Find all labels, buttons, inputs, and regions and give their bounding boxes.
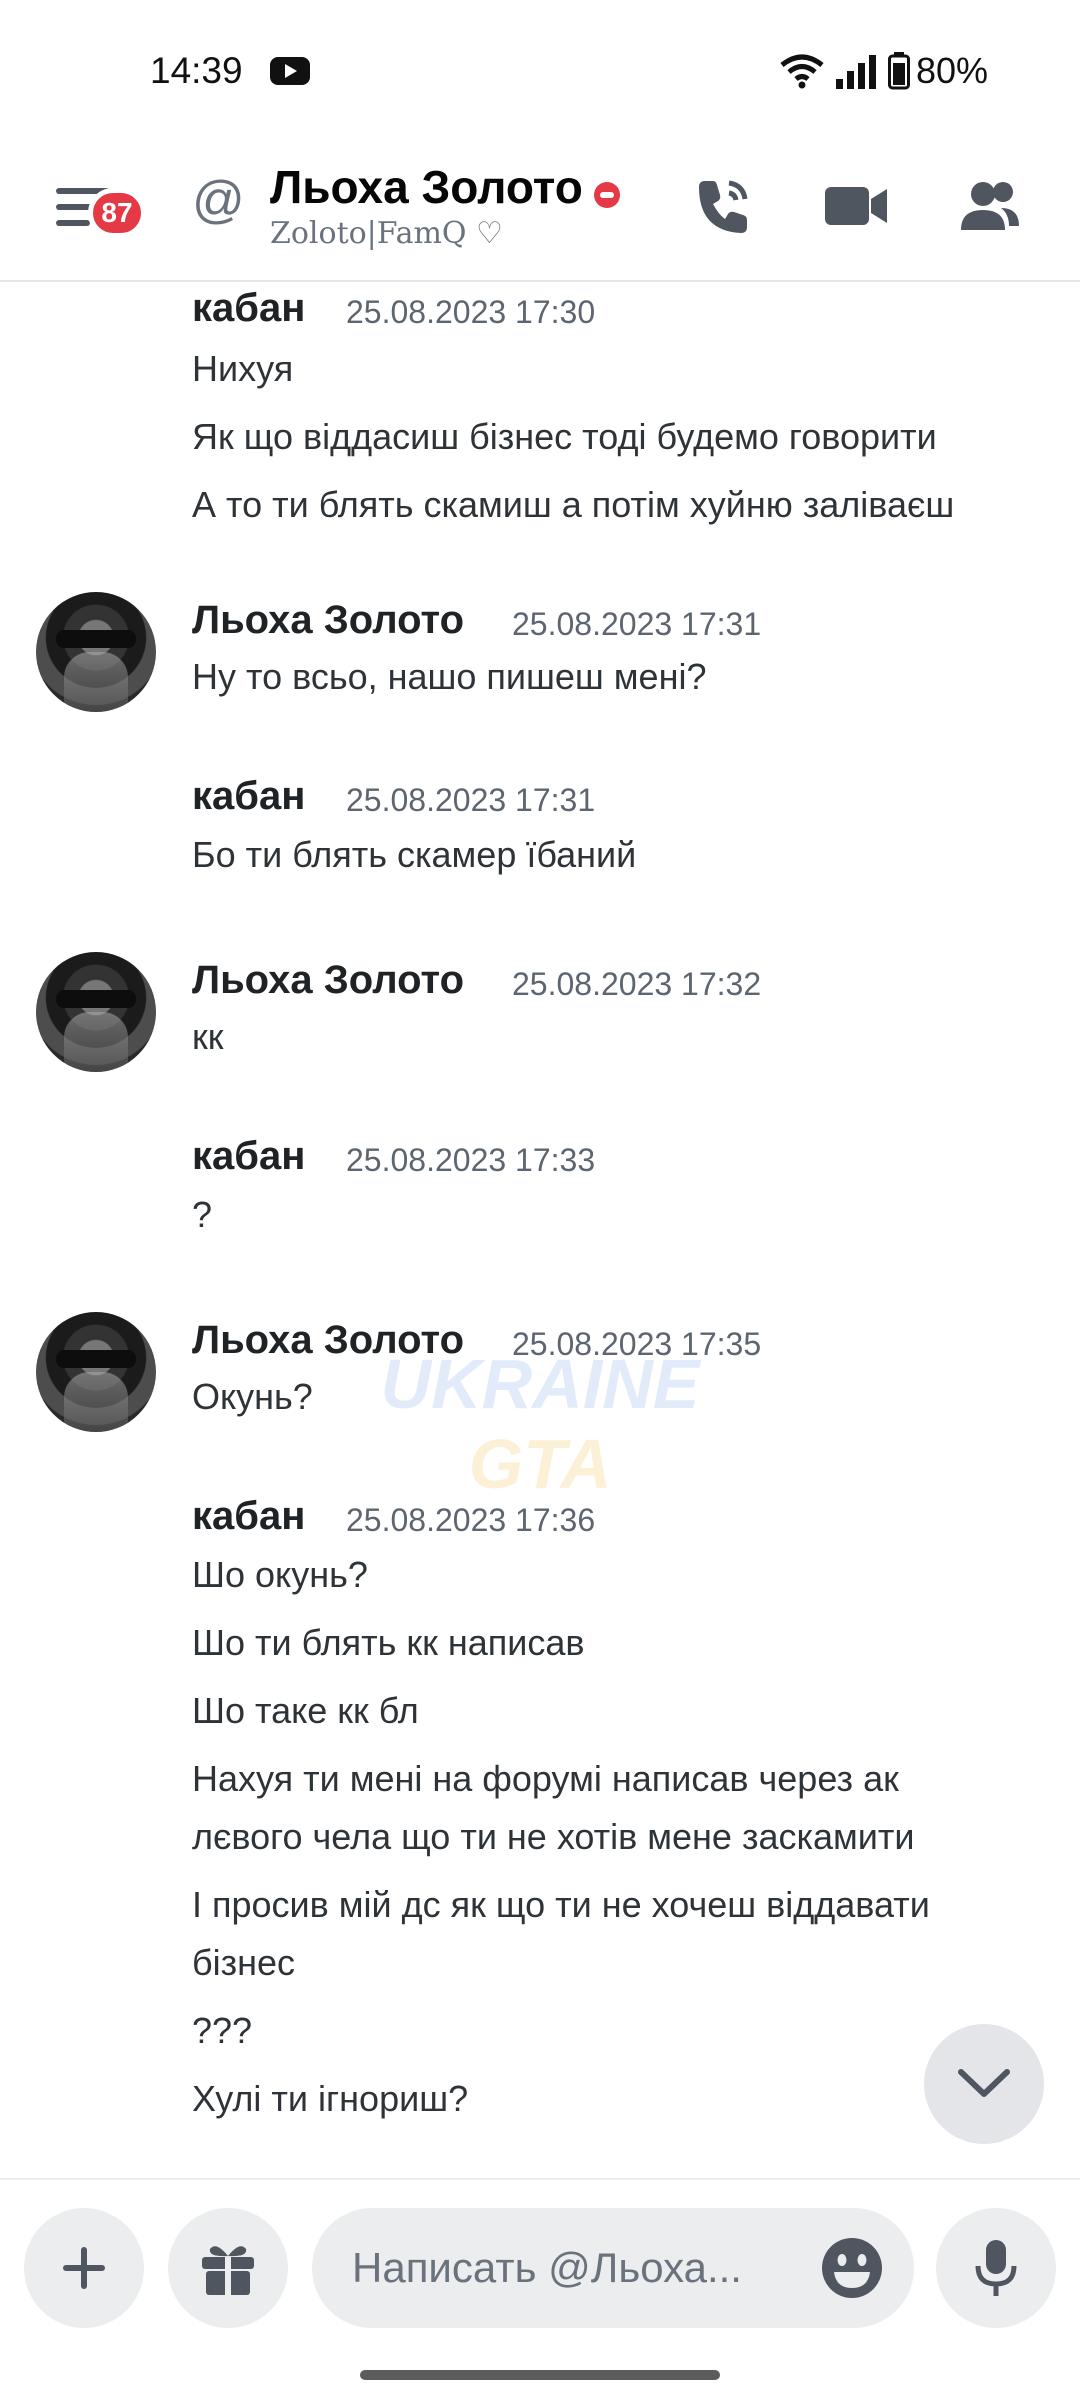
jump-to-present-button[interactable] bbox=[924, 2024, 1044, 2144]
avatar[interactable] bbox=[36, 952, 156, 1072]
voice-message-button[interactable] bbox=[936, 2208, 1056, 2328]
channel-title[interactable]: Льоха Золото bbox=[270, 160, 583, 214]
add-attachment-button[interactable] bbox=[24, 2208, 144, 2328]
message-text[interactable]: Окунь? bbox=[192, 1376, 313, 1418]
message-text[interactable]: Як що віддасиш бізнес тоді будемо говори… bbox=[192, 416, 937, 458]
message-text[interactable]: Шо таке кк бл bbox=[192, 1690, 419, 1732]
avatar[interactable] bbox=[36, 592, 156, 712]
battery: 80% bbox=[887, 50, 988, 92]
message-timestamp: 25.08.2023 17:32 bbox=[512, 966, 762, 1002]
message-text[interactable]: ? bbox=[192, 1194, 212, 1236]
gift-icon bbox=[202, 2246, 254, 2295]
home-indicator[interactable] bbox=[360, 2370, 720, 2380]
gift-button[interactable] bbox=[168, 2208, 288, 2328]
message-text[interactable]: Хулі ти ігнориш? bbox=[192, 2078, 468, 2120]
message-author[interactable]: кабан bbox=[192, 774, 305, 819]
plus-icon bbox=[63, 2247, 105, 2289]
at-icon: @ bbox=[192, 171, 245, 229]
message-text[interactable]: А то ти блять скамиш а потім хуйню залів… bbox=[192, 484, 954, 526]
message-text[interactable]: лєвого чела що ти не хотів мене заскамит… bbox=[192, 1816, 915, 1858]
message-composer: Написать @Льоха... bbox=[0, 2178, 1080, 2358]
message-text[interactable]: Шо ти блять кк написав bbox=[192, 1622, 585, 1664]
message-list[interactable]: UKRAINE GTA кабан 25.08.2023 17:30 Нихуя… bbox=[0, 284, 1080, 2172]
video-camera-icon[interactable] bbox=[818, 168, 894, 244]
notification-badge: 87 bbox=[88, 188, 146, 238]
message-text[interactable]: Нахуя ти мені на форумі написав через ак bbox=[192, 1758, 899, 1800]
status-indicators: 80% bbox=[780, 50, 988, 92]
message-author[interactable]: кабан bbox=[192, 1134, 305, 1179]
message-text[interactable]: Ну то всьо, нашо пишеш мені? bbox=[192, 656, 706, 698]
message-author[interactable]: Льоха Золото bbox=[192, 958, 464, 1003]
battery-icon bbox=[887, 52, 910, 90]
message-author[interactable]: кабан bbox=[192, 286, 305, 331]
channel-header: 87 @ Льоха Золото Zoloto|FamQ ♡ bbox=[0, 140, 1080, 282]
message-text[interactable]: І просив мій дс як що ти не хочеш віддав… bbox=[192, 1884, 930, 1926]
message-text[interactable]: ??? bbox=[192, 2010, 252, 2052]
status-time: 14:39 bbox=[150, 50, 243, 91]
chevron-down-icon bbox=[958, 2069, 1010, 2097]
message-timestamp: 25.08.2023 17:30 bbox=[346, 294, 596, 330]
message-timestamp: 25.08.2023 17:35 bbox=[512, 1326, 762, 1362]
microphone-icon bbox=[975, 2240, 1017, 2296]
message-author[interactable]: кабан bbox=[192, 1494, 305, 1539]
youtube-notification-icon bbox=[270, 57, 310, 85]
signal-icon bbox=[835, 55, 876, 89]
phone-call-icon[interactable] bbox=[684, 168, 760, 244]
message-text[interactable]: бізнес bbox=[192, 1942, 295, 1984]
message-timestamp: 25.08.2023 17:33 bbox=[346, 1142, 596, 1178]
wifi-icon bbox=[780, 54, 824, 89]
message-input-placeholder: Написать @Льоха... bbox=[352, 2244, 742, 2291]
message-author[interactable]: Льоха Золото bbox=[192, 598, 464, 643]
message-text[interactable]: Шо окунь? bbox=[192, 1554, 368, 1596]
message-text[interactable]: Нихуя bbox=[192, 348, 293, 390]
status-bar: 14:39 80% bbox=[0, 0, 1080, 140]
message-timestamp: 25.08.2023 17:31 bbox=[512, 606, 762, 642]
message-text[interactable]: кк bbox=[192, 1016, 224, 1058]
emoji-icon[interactable] bbox=[820, 2236, 884, 2300]
channel-subtitle: Zoloto|FamQ ♡ bbox=[270, 216, 503, 251]
message-author[interactable]: Льоха Золото bbox=[192, 1318, 464, 1363]
members-icon[interactable] bbox=[952, 168, 1028, 244]
message-timestamp: 25.08.2023 17:36 bbox=[346, 1502, 596, 1538]
message-timestamp: 25.08.2023 17:31 bbox=[346, 782, 596, 818]
battery-percent: 80% bbox=[915, 50, 988, 91]
message-text[interactable]: Бо ти блять скамер їбаний bbox=[192, 834, 636, 876]
avatar[interactable] bbox=[36, 1312, 156, 1432]
dnd-status-icon bbox=[594, 182, 620, 208]
message-input[interactable]: Написать @Льоха... bbox=[312, 2208, 914, 2328]
